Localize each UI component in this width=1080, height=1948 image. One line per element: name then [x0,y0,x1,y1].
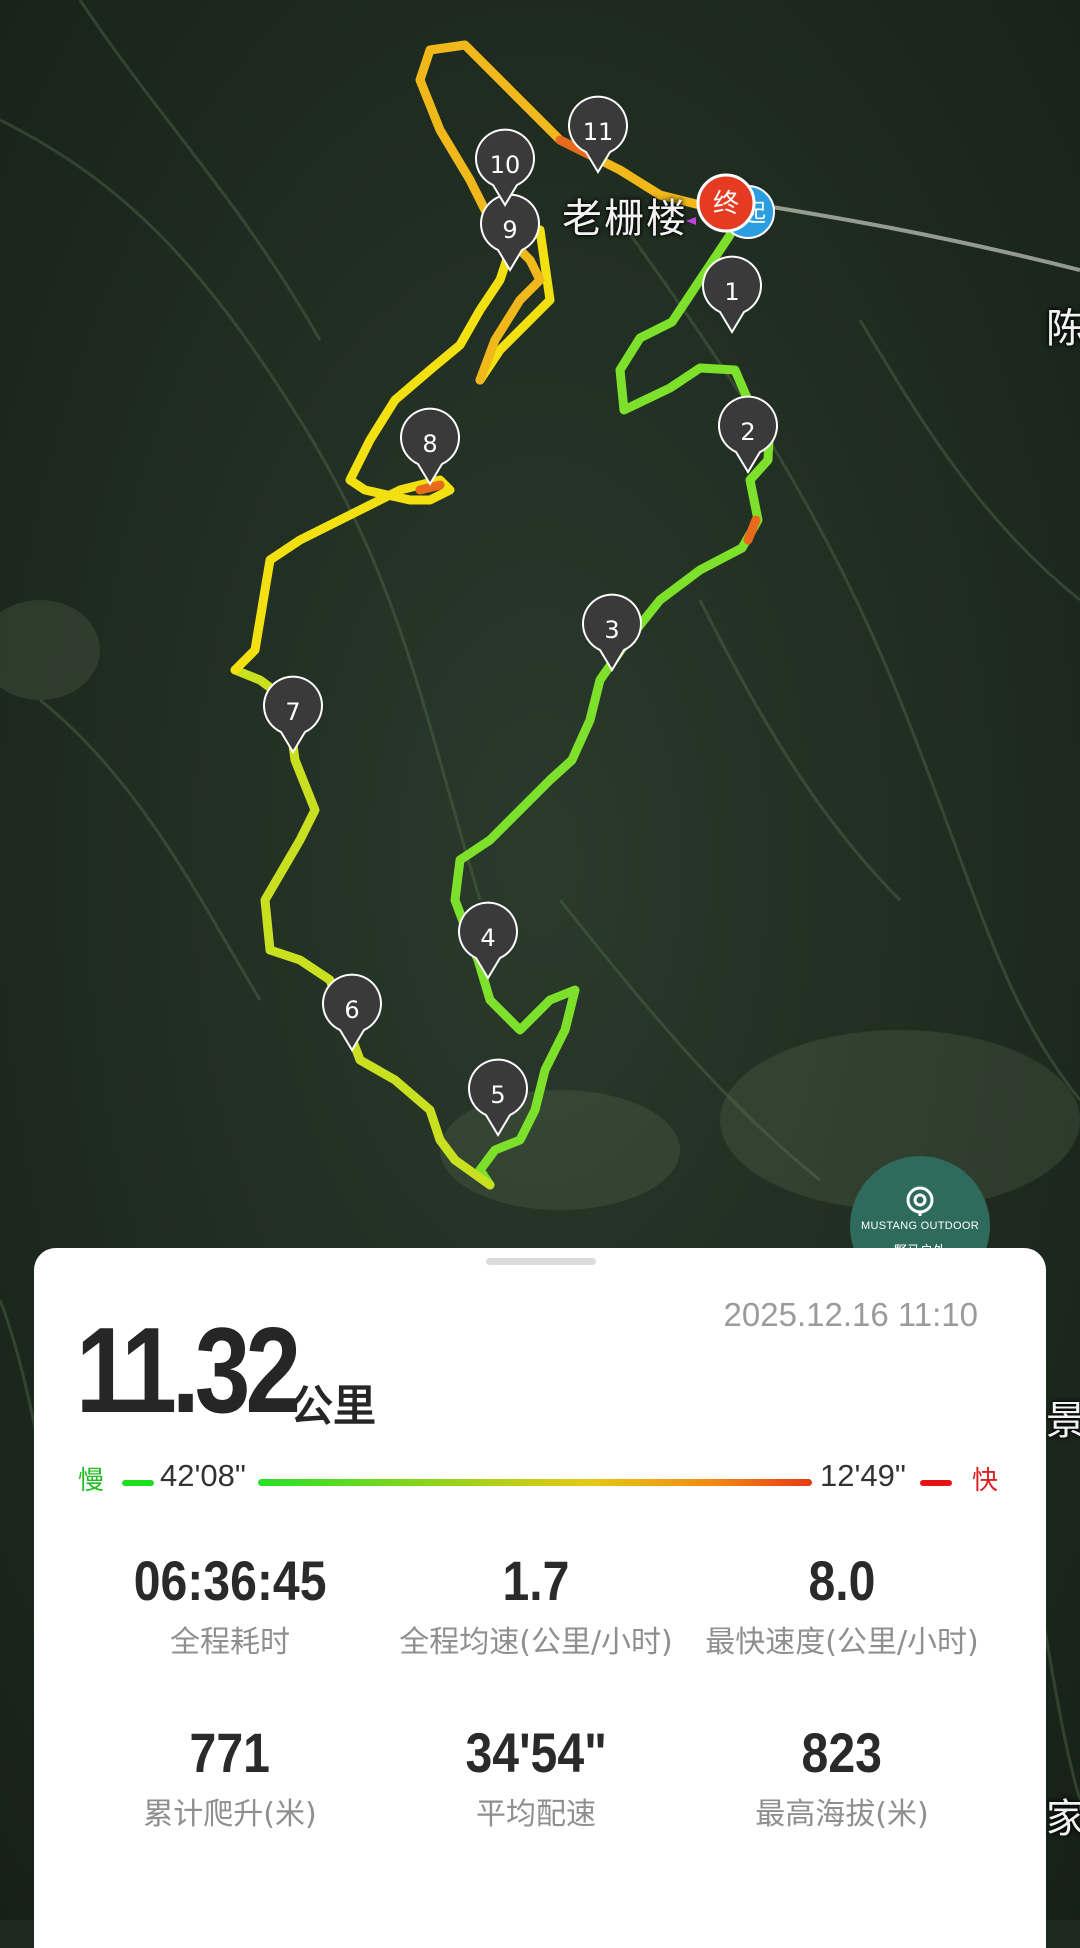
stat-value: 8.0 [808,1549,876,1612]
svg-text:4: 4 [480,924,495,952]
drag-handle[interactable] [486,1258,596,1265]
stat-label: 最快速度(公里/小时) [705,1625,979,1660]
stat-value: 771 [189,1721,271,1784]
pace-fast-swatch [920,1480,952,1486]
brand-logo-icon [906,1186,934,1216]
summary-card[interactable]: 11.32 公里 2025.12.16 11:10 慢 42'08" 12'49… [34,1248,1046,1948]
svg-text:终: 终 [713,189,739,219]
distance-block: 11.32 公里 [76,1300,376,1440]
svg-text:5: 5 [490,1081,505,1109]
activity-datetime: 2025.12.16 11:10 [723,1296,978,1333]
stat-total-time: 06:36:45 全程耗时 [80,1548,380,1661]
pace-fast-label: 快 [972,1466,999,1496]
svg-text:10: 10 [490,151,521,179]
stat-label: 累计爬升(米) [143,1797,317,1832]
svg-text:3: 3 [604,616,619,644]
distance-value: 11.32 [76,1302,301,1438]
pace-legend: 慢 42'08" 12'49" 快 [34,1458,1046,1508]
stat-value: 823 [801,1721,883,1784]
svg-text:1: 1 [724,278,739,306]
pace-slow-label: 慢 [78,1466,105,1496]
stat-label: 平均配速 [476,1797,596,1832]
pace-slowest-value: 42'08" [160,1458,246,1493]
svg-text:8: 8 [422,430,437,458]
svg-text:7: 7 [285,698,300,726]
svg-text:11: 11 [583,118,614,146]
stat-avg-pace: 34'54" 平均配速 [386,1720,686,1833]
stat-label: 全程均速(公里/小时) [399,1625,673,1660]
pace-slow-swatch [122,1480,154,1486]
stat-label: 全程耗时 [170,1625,290,1660]
stat-label: 最高海拔(米) [755,1797,929,1832]
svg-text:9: 9 [502,216,517,244]
stat-max-speed: 8.0 最快速度(公里/小时) [692,1548,992,1661]
stat-value: 06:36:45 [133,1549,327,1612]
distance-unit: 公里 [290,1382,376,1432]
stat-max-altitude: 823 最高海拔(米) [692,1720,992,1833]
map-edge-label-top: 陈 [1046,306,1080,352]
pace-fastest-value: 12'49" [820,1458,906,1493]
map-edge-label-mid: 景 [1046,1398,1080,1444]
svg-text:2: 2 [740,418,755,446]
stat-avg-speed: 1.7 全程均速(公里/小时) [386,1548,686,1661]
pace-gradient-bar [258,1479,812,1486]
svg-text:6: 6 [344,996,359,1024]
brand-name-en: MUSTANG OUTDOOR [861,1220,979,1232]
stat-value: 1.7 [502,1549,570,1612]
stat-value: 34'54" [465,1721,607,1784]
map-place-label: 老栅楼 [562,196,688,242]
map-edge-label-bottom: 家 [1046,1796,1080,1842]
stat-total-climb: 771 累计爬升(米) [80,1720,380,1833]
